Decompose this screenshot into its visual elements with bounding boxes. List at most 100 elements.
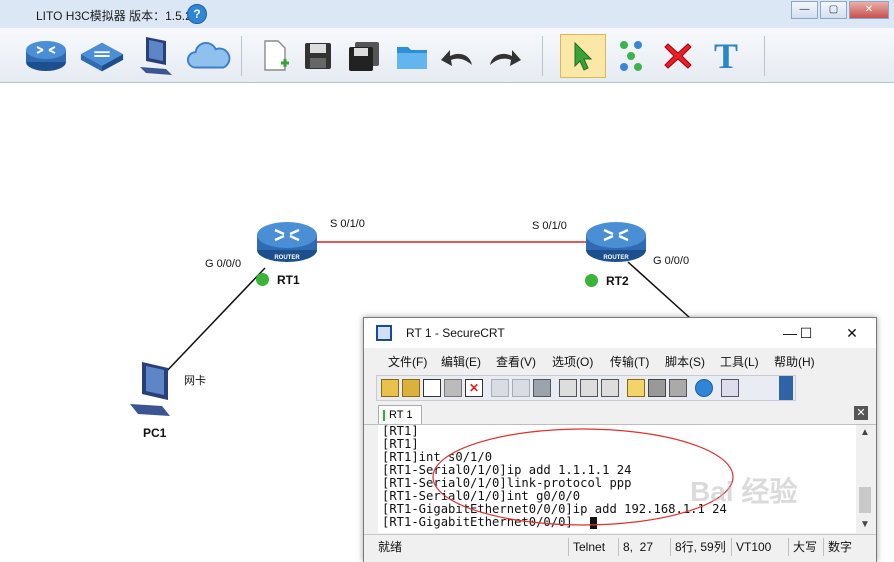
rt1-serial-label: S 0/1/0	[330, 218, 365, 230]
crt-maximize-button[interactable]: ☐	[792, 322, 820, 344]
maximize-button[interactable]: ▢	[820, 1, 847, 19]
disconnect-icon[interactable]: ✕	[465, 379, 483, 397]
router-icon	[26, 41, 66, 71]
new-file-tool-button[interactable]	[252, 34, 298, 78]
status-cursor-position: 8, 27	[618, 538, 653, 556]
cloud-tool-button[interactable]	[186, 34, 232, 78]
crt-close-button[interactable]: ✕	[838, 322, 866, 344]
menu-tools[interactable]: 工具(L)	[720, 353, 759, 370]
securecrt-toolbar: ✕	[376, 375, 796, 401]
toolbar-separator	[764, 36, 765, 76]
pc-tool-button[interactable]	[133, 34, 179, 78]
help-icon[interactable]: ?	[187, 4, 207, 24]
status-rows-cols: 8行, 59列	[670, 538, 726, 556]
menu-transfer[interactable]: 传输(T)	[610, 353, 649, 370]
save-tool-button[interactable]	[295, 34, 341, 78]
menu-help[interactable]: 帮助(H)	[774, 353, 815, 370]
connect-icon	[620, 41, 642, 71]
redo-tool-button[interactable]	[482, 34, 528, 78]
help-icon[interactable]	[695, 379, 713, 397]
rt2-ethernet-link[interactable]	[627, 261, 691, 319]
sftp-icon[interactable]	[721, 379, 739, 397]
minimize-button[interactable]: —	[791, 1, 818, 19]
switch-icon	[80, 42, 124, 72]
save-as-icon	[349, 42, 379, 71]
securecrt-window[interactable]: RT 1 - SecureCRT — ☐ ✕ 文件(F) 编辑(E) 查看(V)…	[363, 317, 877, 562]
save-as-tool-button[interactable]	[341, 34, 387, 78]
menu-script[interactable]: 脚本(S)	[665, 353, 705, 370]
rt1-pc1-link[interactable]	[162, 267, 266, 376]
rt2-serial-label: S 0/1/0	[532, 220, 567, 232]
paste-icon[interactable]	[512, 379, 530, 397]
router-tool-button[interactable]	[23, 34, 69, 78]
save-icon	[305, 43, 331, 69]
scrollbar-thumb[interactable]	[859, 487, 871, 513]
status-num: 数字	[823, 538, 852, 556]
status-protocol: Telnet	[568, 538, 605, 556]
reconnect-icon[interactable]	[444, 379, 462, 397]
rt2-status-icon	[585, 274, 598, 287]
pointer-icon	[574, 41, 593, 71]
select-tool-button[interactable]	[560, 34, 606, 78]
session-status-icon	[383, 409, 385, 421]
text-tool-button[interactable]: T	[703, 34, 749, 78]
switch-tool-button[interactable]	[79, 34, 125, 78]
close-button[interactable]: ✕	[849, 1, 889, 19]
pc-pc1[interactable]	[128, 360, 178, 423]
quick-connect-icon[interactable]	[402, 379, 420, 397]
keymap-icon[interactable]	[669, 379, 687, 397]
copy-icon[interactable]	[491, 379, 509, 397]
status-ready: 就绪	[378, 540, 403, 554]
session-options-icon[interactable]	[627, 379, 645, 397]
undo-tool-button[interactable]	[434, 34, 480, 78]
scroll-up-icon[interactable]: ▲	[860, 427, 870, 438]
find-icon[interactable]	[533, 379, 551, 397]
connect-tool-button[interactable]	[608, 34, 654, 78]
securecrt-tabbar: RT 1 ✕	[364, 402, 876, 425]
connect-icon[interactable]	[381, 379, 399, 397]
status-emulation: VT100	[731, 538, 771, 556]
pc-icon	[130, 362, 170, 416]
pc1-name: PC1	[143, 426, 167, 440]
router-icon: ROUTER	[257, 222, 317, 262]
securecrt-menubar: 文件(F) 编辑(E) 查看(V) 选项(O) 传输(T) 脚本(S) 工具(L…	[364, 349, 876, 373]
global-options-icon[interactable]	[648, 379, 666, 397]
app-title: LITO H3C模拟器 版本：1.5.2	[36, 9, 192, 23]
toolbar-separator	[241, 36, 242, 76]
connect-tab-icon[interactable]	[423, 379, 441, 397]
print-setup-icon[interactable]	[559, 379, 577, 397]
text-icon: T	[713, 36, 738, 76]
open-folder-tool-button[interactable]	[389, 34, 435, 78]
router-label: ROUTER	[603, 255, 629, 261]
session-tab-rt1[interactable]: RT 1	[378, 405, 422, 424]
watermark-logo: Bai 经验	[690, 476, 798, 507]
menu-view[interactable]: 查看(V)	[496, 353, 536, 370]
securecrt-title: RT 1 - SecureCRT	[406, 326, 505, 340]
terminal-scrollbar[interactable]: ▲ ▼	[856, 425, 874, 533]
pc-icon	[140, 37, 172, 75]
print-selection-icon[interactable]	[580, 379, 598, 397]
menu-file[interactable]: 文件(F)	[388, 353, 427, 370]
cloud-icon	[187, 42, 231, 69]
menu-options[interactable]: 选项(O)	[552, 353, 593, 370]
rt1-gig-label: G 0/0/0	[205, 258, 242, 270]
rt2-name: RT2	[606, 274, 629, 288]
router-label: ROUTER	[274, 255, 300, 261]
tab-close-icon[interactable]: ✕	[854, 406, 868, 420]
print-icon[interactable]	[601, 379, 619, 397]
router-icon: ROUTER	[586, 222, 646, 262]
delete-icon	[664, 43, 692, 69]
rt1-status-icon	[256, 273, 269, 286]
toolbar-separator	[542, 36, 543, 76]
router-rt1[interactable]: ROUTER	[255, 217, 319, 270]
folder-icon	[397, 47, 427, 69]
redo-icon	[490, 50, 521, 66]
router-rt2[interactable]: ROUTER	[584, 217, 648, 270]
scroll-down-icon[interactable]: ▼	[860, 519, 870, 530]
rt2-gig-label: G 0/0/0	[653, 255, 690, 267]
delete-tool-button[interactable]	[655, 34, 701, 78]
session-tab-label: RT 1	[389, 409, 413, 421]
undo-icon	[441, 50, 472, 66]
toolbar-overflow-icon[interactable]	[779, 376, 793, 400]
menu-edit[interactable]: 编辑(E)	[441, 353, 481, 370]
